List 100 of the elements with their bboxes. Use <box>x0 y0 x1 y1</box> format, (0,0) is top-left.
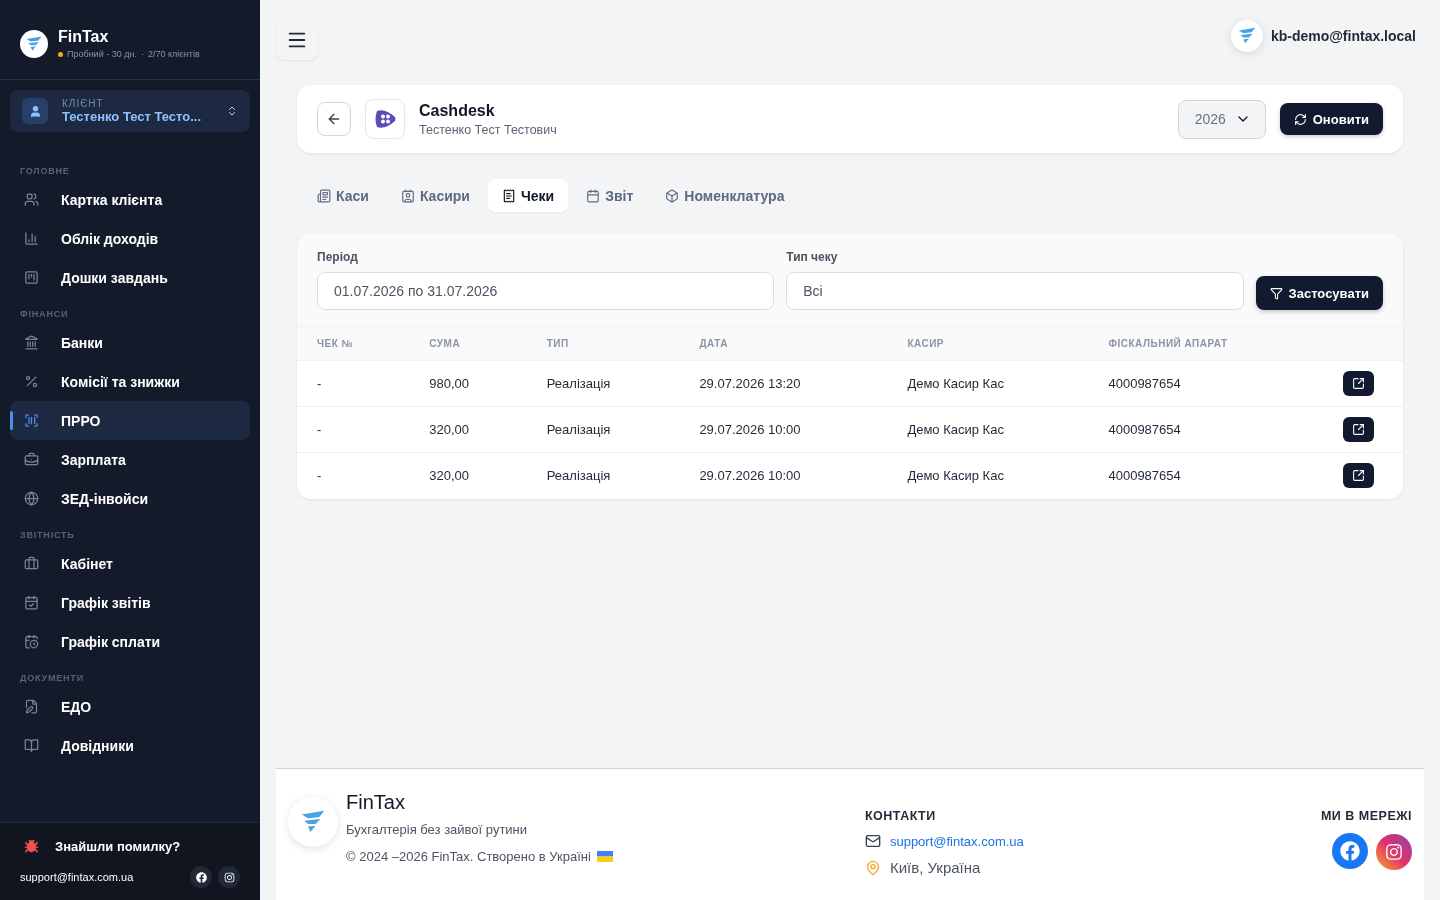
copyright-text: © 2024 –2026 FinTax. Створено в Україні <box>346 849 591 864</box>
year-select[interactable]: 2026 <box>1177 99 1266 139</box>
column-header: ДАТА <box>679 326 888 361</box>
facebook-button[interactable] <box>190 866 212 888</box>
clients-count: 2/70 клієнтів <box>147 49 200 59</box>
footer-brand: FinTax <box>346 791 406 814</box>
instagram-icon <box>1385 843 1403 861</box>
nav-icon <box>24 738 39 753</box>
table-cell: 29.07.2026 10:00 <box>679 452 888 499</box>
chevrons-icon <box>226 105 238 117</box>
section-title: ГОЛОВНЕ <box>19 166 71 176</box>
bug-report-link[interactable]: Знайшли помилку? <box>20 839 240 854</box>
nav-icon <box>24 231 39 246</box>
arrow-left-icon <box>326 111 342 127</box>
table-cell: 29.07.2026 13:20 <box>679 360 888 407</box>
sidebar-item[interactable]: Кабінет <box>10 544 250 583</box>
support-email[interactable]: support@fintax.com.ua <box>20 871 134 883</box>
status-dot <box>58 51 63 57</box>
contacts-title: КОНТАКТИ <box>864 809 937 823</box>
external-link-icon <box>1352 469 1365 483</box>
nav-icon <box>24 491 39 506</box>
nav-icon <box>24 374 39 389</box>
table-cell: Реалізація <box>526 452 680 499</box>
sidebar-item[interactable]: Довідники <box>10 726 250 765</box>
tab[interactable]: Номенклатура <box>651 179 799 212</box>
tab[interactable]: Чеки <box>487 179 569 212</box>
table-cell: Демо Касир Кас <box>887 360 1089 407</box>
filter-icon <box>1269 286 1283 300</box>
tab-icon <box>501 188 516 203</box>
page-title: Cashdesk <box>419 101 496 120</box>
table-cell: 320,00 <box>409 406 527 453</box>
table-cell: Реалізація <box>526 406 680 453</box>
table-cell: 980,00 <box>409 360 527 407</box>
sidebar-item[interactable]: Облік доходів <box>10 219 250 258</box>
sidebar-item[interactable]: Картка клієнта <box>10 180 250 219</box>
nav-icon <box>24 270 39 285</box>
tab[interactable]: Каси <box>303 179 383 212</box>
sidebar-item[interactable]: Банки <box>10 323 250 362</box>
footer-tagline: Бухгалтерія без зайвої рутини <box>346 822 529 837</box>
nav-icon <box>24 452 39 467</box>
table-cell: 4000987654 <box>1088 452 1323 499</box>
facebook-icon <box>1340 841 1360 861</box>
mail-icon <box>864 833 881 849</box>
location-pin-icon <box>864 859 881 876</box>
menu-button[interactable] <box>276 20 318 60</box>
sidebar-item[interactable]: Графік сплати <box>10 622 250 661</box>
table-cell: Демо Касир Кас <box>887 452 1089 499</box>
sidebar-item[interactable]: Комісії та знижки <box>10 362 250 401</box>
table-cell: Реалізація <box>526 360 680 407</box>
instagram-button[interactable] <box>218 866 240 888</box>
field-label: Період <box>317 250 359 264</box>
section-title: ЗВІТНІСТЬ <box>19 530 76 540</box>
page-subtitle: Тестенко Тест Тестович <box>419 122 557 137</box>
instagram-button[interactable] <box>1376 834 1412 870</box>
column-header: ТИП <box>526 326 680 361</box>
flag-icon <box>596 851 613 862</box>
instagram-icon <box>223 871 235 883</box>
tab[interactable]: Касири <box>386 179 484 212</box>
table-cell: Демо Касир Кас <box>887 406 1089 453</box>
sidebar-item[interactable]: Дошки завдань <box>10 258 250 297</box>
nav-icon <box>24 556 39 571</box>
sidebar-item[interactable]: ПРРО <box>10 401 250 440</box>
sidebar-item[interactable]: ЕДО <box>10 687 250 726</box>
city-text: Київ, Україна <box>889 859 981 876</box>
section-title: ФІНАНСИ <box>19 309 70 319</box>
nav-icon <box>24 634 39 649</box>
table-cell: 4000987654 <box>1088 406 1323 453</box>
column-header: ФІСКАЛЬНИЙ АПАРАТ <box>1088 326 1323 361</box>
separator-dot: · <box>140 49 144 59</box>
nav-icon <box>24 413 39 428</box>
app-logo-icon <box>365 99 405 139</box>
refresh-icon <box>1293 112 1307 126</box>
open-button[interactable] <box>1343 417 1374 442</box>
contact-email[interactable]: support@fintax.com.ua <box>889 833 1024 849</box>
sidebar-item[interactable]: ЗЕД-інвойси <box>10 479 250 518</box>
nav-icon <box>24 595 39 610</box>
tab[interactable]: Звіт <box>572 179 648 212</box>
sidebar-item[interactable]: Зарплата <box>10 440 250 479</box>
user-email[interactable]: kb-demo@fintax.local <box>1270 28 1416 44</box>
social-title: МИ В МЕРЕЖІ <box>1320 809 1412 823</box>
client-selector[interactable]: КЛІЄНТ Тестенко Тест Тесто... <box>10 90 250 132</box>
field-label: Тип чеку <box>786 250 839 264</box>
open-button[interactable] <box>1343 371 1374 396</box>
plan-text: Пробний - 30 дн. <box>67 49 137 59</box>
tab-icon <box>665 188 680 203</box>
tab-icon <box>400 188 415 203</box>
open-button[interactable] <box>1343 463 1374 489</box>
external-link-icon <box>1352 377 1365 390</box>
nav-icon <box>24 699 39 714</box>
sidebar-item[interactable]: Графік звітів <box>10 583 250 622</box>
column-header: СУМА <box>409 326 527 361</box>
apply-button[interactable]: Застосувати <box>1255 276 1383 310</box>
table-cell: 29.07.2026 10:00 <box>679 406 888 453</box>
back-button[interactable] <box>317 102 351 136</box>
tab-icon <box>317 188 331 203</box>
period-field[interactable]: 01.07.2026 по 31.07.2026 <box>317 272 775 310</box>
refresh-button[interactable]: Оновити <box>1279 103 1383 135</box>
table-cell: - <box>297 360 410 407</box>
type-select[interactable]: Всі <box>786 272 1244 310</box>
external-link-icon <box>1352 423 1365 436</box>
